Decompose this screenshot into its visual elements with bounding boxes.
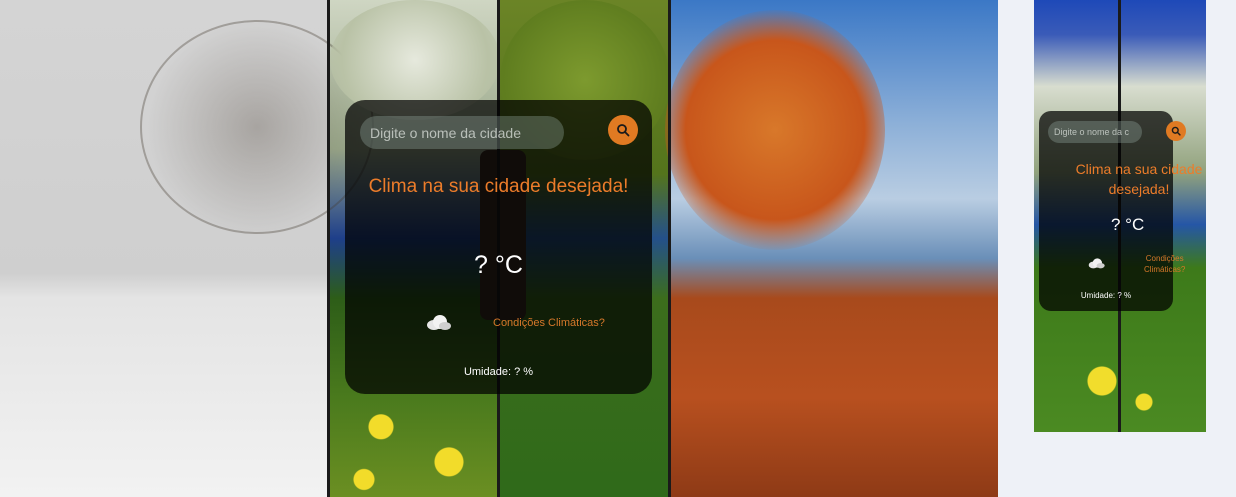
mobile-preview: Clima na sua cidade desejada! ? °C Condi… <box>1034 0 1206 432</box>
card-title: Clima na sua cidade desejada! <box>368 176 629 197</box>
weather-card: Clima na sua cidade desejada! ? °C Condi… <box>345 100 652 394</box>
search-icon <box>617 124 630 137</box>
cloud-icon <box>427 315 451 330</box>
search-icon <box>1171 126 1181 136</box>
city-search-input[interactable] <box>1048 121 1142 143</box>
cloud-icon <box>1088 258 1105 269</box>
weather-condition-line2: Climáticas? <box>1144 265 1186 274</box>
search-button[interactable] <box>1166 121 1186 141</box>
temperature-text: ? °C <box>1111 215 1145 234</box>
flowers <box>330 380 500 497</box>
seasons-background: Clima na sua cidade desejada! ? °C Condi… <box>0 0 998 497</box>
autumn-tree-crown <box>665 10 885 250</box>
weather-card: Clima na sua cidade desejada! ? °C Condi… <box>1039 111 1202 311</box>
weather-condition-line1: Condições <box>1145 254 1184 263</box>
temperature-value: ? °C <box>474 251 523 279</box>
search-button[interactable] <box>608 115 638 145</box>
weather-condition: Condições Climáticas? <box>1144 253 1185 275</box>
humidity-value: Umidade: ? % <box>1080 291 1132 300</box>
humidity-value: Umidade: ? % <box>463 366 534 378</box>
weather-condition: Condições Climáticas? <box>493 317 605 329</box>
city-search-input[interactable] <box>360 116 564 149</box>
flowers <box>1054 360 1174 430</box>
card-title: Clima na sua cidade desejada! <box>1075 161 1203 197</box>
panel-divider <box>668 0 671 497</box>
panel-divider <box>327 0 330 497</box>
